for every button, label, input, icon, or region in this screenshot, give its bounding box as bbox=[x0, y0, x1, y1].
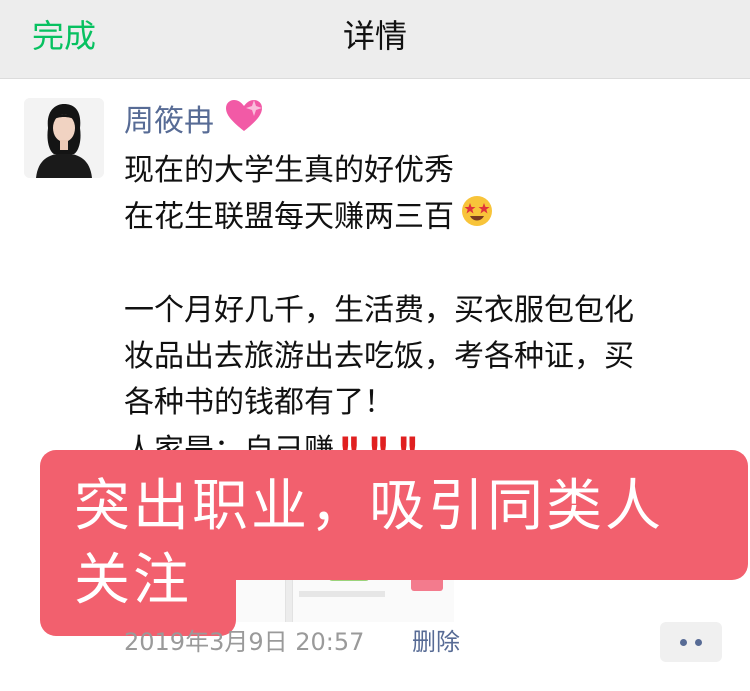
highlight-line: 突出职业，吸引同类人 bbox=[74, 474, 664, 539]
post-content: 现在的大学生真的好优秀 在花生联盟每天赚两三百 一个月好几千，生活费，买衣服包包… bbox=[124, 148, 724, 474]
post-timestamp: 2019年3月9日 20:57 bbox=[124, 628, 365, 656]
star-struck-emoji-icon bbox=[460, 194, 494, 242]
nav-bar: 完成 详情 bbox=[0, 0, 750, 79]
author-name-text: 周筱冉 bbox=[124, 104, 214, 139]
content-line-text: 在花生联盟每天赚两三百 bbox=[124, 199, 454, 235]
highlight-text: 突出职业，吸引同类人 关注 bbox=[74, 470, 664, 618]
more-dots-icon[interactable] bbox=[660, 622, 722, 662]
avatar-image bbox=[24, 98, 104, 178]
avatar[interactable] bbox=[24, 98, 104, 178]
content-line: 现在的大学生真的好优秀 bbox=[124, 153, 454, 188]
content-line: 一个月好几千，生活费，买衣服包包化 bbox=[124, 293, 634, 328]
content-line: 各种书的钱都有了！ bbox=[124, 385, 394, 420]
page-title: 详情 bbox=[342, 17, 407, 55]
delete-button[interactable]: 删除 bbox=[412, 624, 460, 660]
author-name[interactable]: 周筱冉 bbox=[124, 98, 264, 147]
content-line: 妆品出去旅游出去吃饭，考各种证，买 bbox=[124, 339, 634, 374]
highlight-line: 关注 bbox=[74, 548, 192, 613]
content-line: 在花生联盟每天赚两三百 bbox=[124, 194, 724, 242]
sparkling-heart-icon bbox=[224, 98, 264, 147]
